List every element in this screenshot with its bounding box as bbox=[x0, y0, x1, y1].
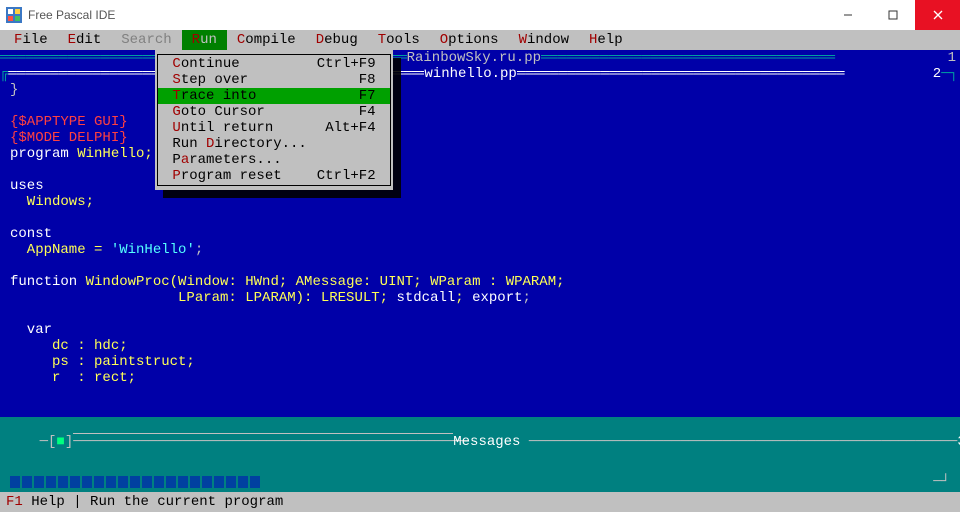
run-dropdown: ContinueCtrl+F9 Step overF8 Trace intoF7… bbox=[155, 50, 393, 190]
messages-title: Messages bbox=[453, 434, 520, 450]
status-help: Help bbox=[31, 494, 65, 510]
editor-tab-background[interactable]: ════════════════════════════════════════… bbox=[0, 50, 960, 66]
run-menu-trace-into[interactable]: Trace intoF7 bbox=[158, 88, 390, 104]
menu-window[interactable]: Window bbox=[509, 30, 579, 50]
maximize-button[interactable] bbox=[870, 0, 915, 30]
messages-panel: ─[■]────────────────────────────────────… bbox=[0, 417, 960, 492]
code-line: LParam: LPARAM): LRESULT; stdcall; expor… bbox=[10, 290, 950, 306]
run-menu-goto-cursor[interactable]: Goto CursorF4 bbox=[158, 104, 390, 120]
app-icon bbox=[6, 7, 22, 23]
status-hint: Run the current program bbox=[90, 494, 283, 510]
code-line: uses bbox=[10, 178, 950, 194]
window-titlebar: Free Pascal IDE bbox=[0, 0, 960, 30]
run-menu-parameters-[interactable]: Parameters... bbox=[158, 152, 390, 168]
code-line: function WindowProc(Window: HWnd; AMessa… bbox=[10, 274, 950, 290]
code-line bbox=[10, 98, 950, 114]
menu-search[interactable]: Search bbox=[111, 30, 181, 50]
code-line bbox=[10, 162, 950, 178]
run-menu-program-reset[interactable]: Program resetCtrl+F2 bbox=[158, 168, 390, 184]
code-line: {$APPTYPE GUI} bbox=[10, 114, 950, 130]
editor-body[interactable]: } {$APPTYPE GUI}{$MODE DELPHI}program Wi… bbox=[10, 82, 950, 386]
menu-debug[interactable]: Debug bbox=[306, 30, 368, 50]
menu-edit[interactable]: Edit bbox=[58, 30, 112, 50]
menu-run[interactable]: Run bbox=[182, 30, 227, 50]
run-menu-run-directory-[interactable]: Run Directory... bbox=[158, 136, 390, 152]
tab-title-bg: RainbowSky.ru.pp bbox=[407, 50, 541, 66]
tab-num-bg: 1 bbox=[948, 50, 960, 66]
code-line: ps : paintstruct; bbox=[10, 354, 950, 370]
code-line: } bbox=[10, 82, 950, 98]
minimize-button[interactable] bbox=[825, 0, 870, 30]
menu-options[interactable]: Options bbox=[430, 30, 509, 50]
code-line bbox=[10, 258, 950, 274]
menu-tools[interactable]: Tools bbox=[368, 30, 430, 50]
run-menu-step-over[interactable]: Step overF8 bbox=[158, 72, 390, 88]
tab-num-active: 2 bbox=[933, 66, 941, 82]
code-line: r : rect; bbox=[10, 370, 950, 386]
code-line: AppName = 'WinHello'; bbox=[10, 242, 950, 258]
menubar: FileEditSearchRunCompileDebugToolsOption… bbox=[0, 30, 960, 50]
statusbar: F1 Help | Run the current program bbox=[0, 492, 960, 512]
window-title: Free Pascal IDE bbox=[28, 8, 825, 22]
code-line: {$MODE DELPHI} bbox=[10, 130, 950, 146]
run-menu-continue[interactable]: ContinueCtrl+F9 bbox=[158, 56, 390, 72]
tab-title-active: winhello.pp bbox=[424, 66, 516, 82]
run-menu-until-return[interactable]: Until returnAlt+F4 bbox=[158, 120, 390, 136]
code-line: var bbox=[10, 322, 950, 338]
code-line: dc : hdc; bbox=[10, 338, 950, 354]
editor-tab-active[interactable]: ╔ ══════════════════════════════════════… bbox=[0, 66, 960, 82]
close-button[interactable] bbox=[915, 0, 960, 30]
code-line bbox=[10, 210, 950, 226]
status-key: F1 bbox=[6, 494, 23, 510]
code-line: Windows; bbox=[10, 194, 950, 210]
code-line: program WinHello; bbox=[10, 146, 950, 162]
menu-help[interactable]: Help bbox=[579, 30, 633, 50]
messages-scrollbar[interactable]: ─┘ bbox=[10, 476, 950, 488]
workspace: ════════════════════════════════════════… bbox=[0, 50, 960, 417]
menu-file[interactable]: File bbox=[4, 30, 58, 50]
menu-compile[interactable]: Compile bbox=[227, 30, 306, 50]
code-line bbox=[10, 306, 950, 322]
code-line: const bbox=[10, 226, 950, 242]
